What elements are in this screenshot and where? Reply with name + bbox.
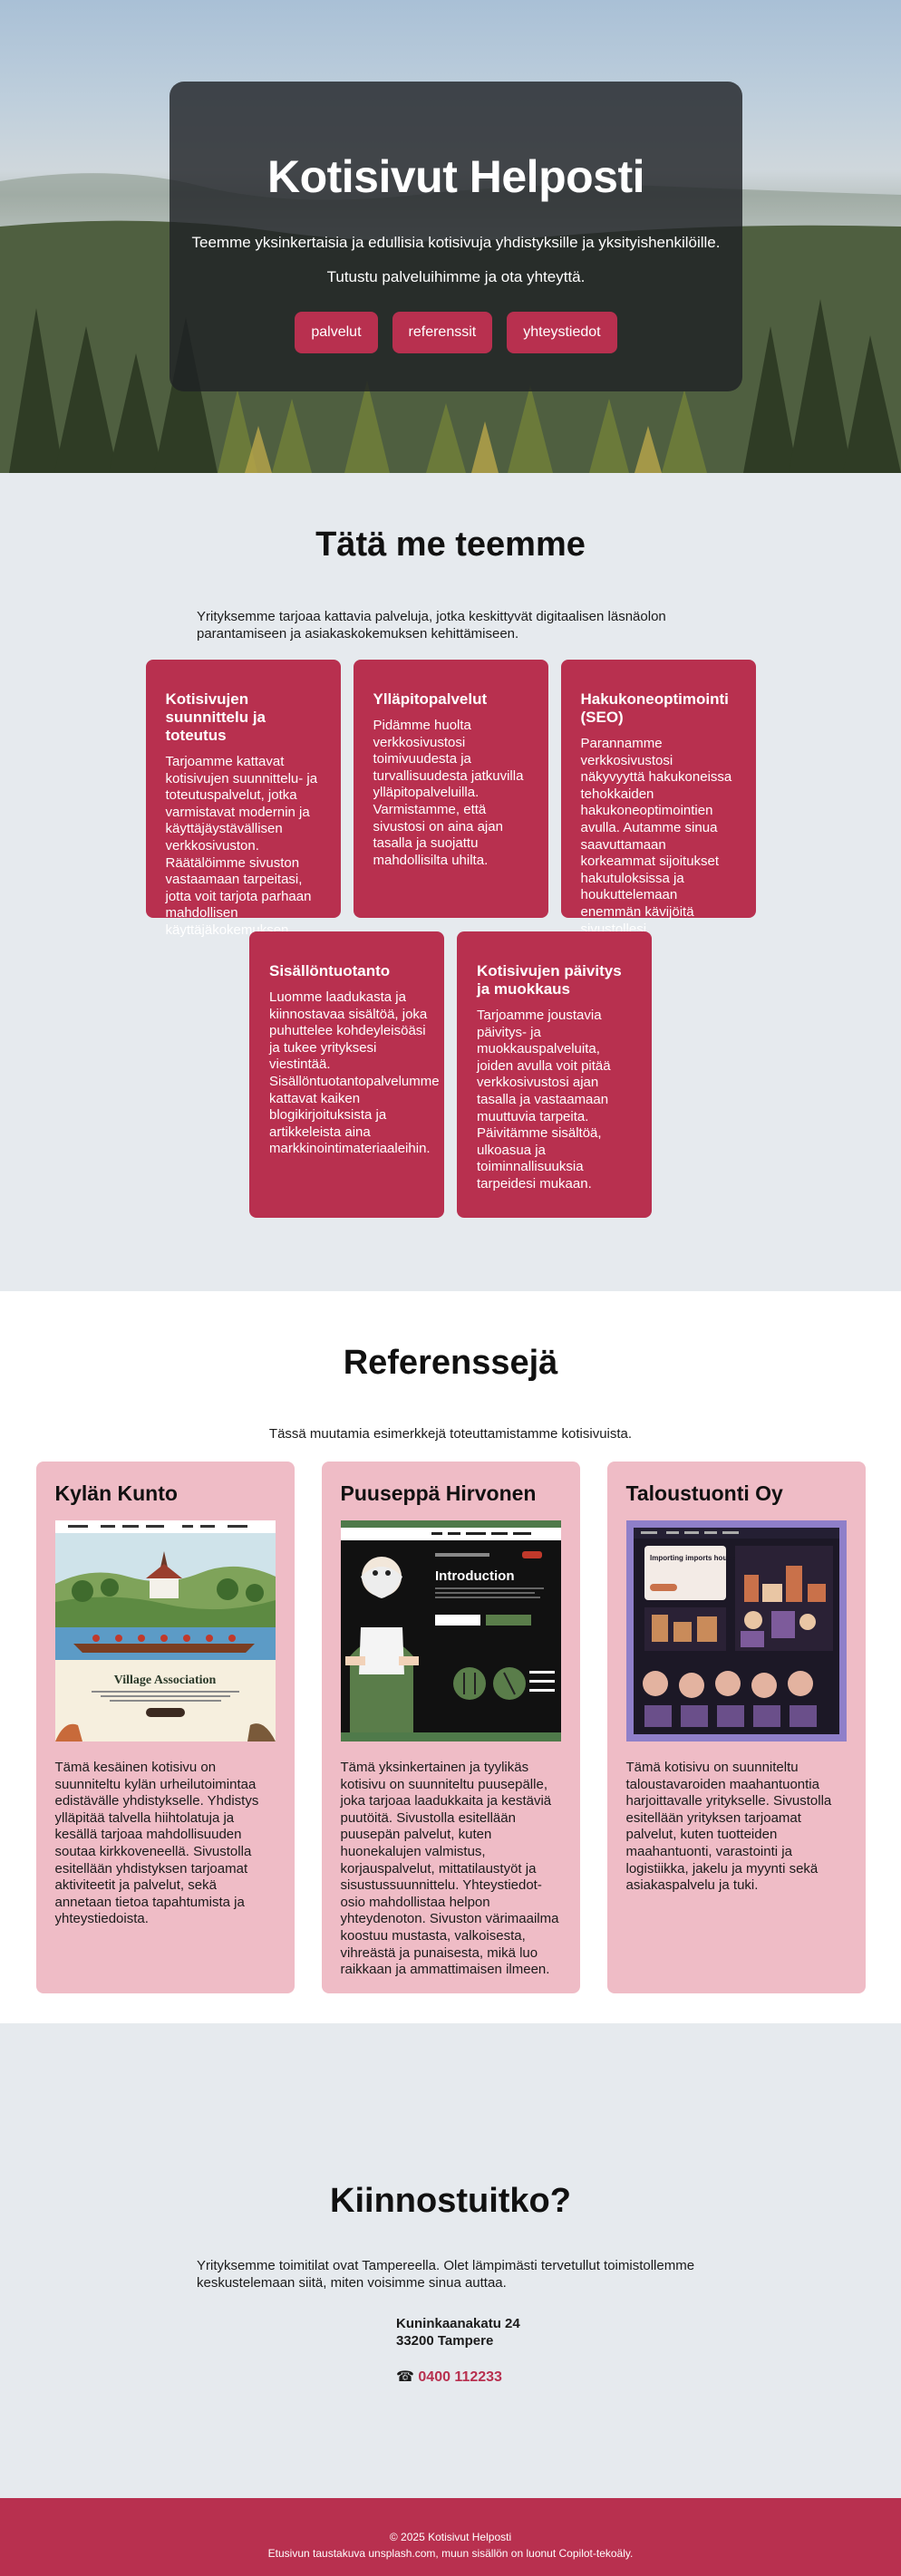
hero-title: Kotisivut Helposti bbox=[266, 151, 645, 202]
references-button[interactable]: referenssit bbox=[392, 312, 493, 353]
hero-subtitle: Teemme yksinkertaisia ja edullisia kotis… bbox=[191, 234, 721, 251]
service-card-text: Tarjoamme joustavia päivitys- ja muokkau… bbox=[477, 1008, 611, 1192]
village-site-illustration: Village Association bbox=[54, 1520, 276, 1741]
reference-card: Taloustuonti Oy Importing imports househ… bbox=[606, 1462, 866, 1993]
references-section: Referenssejä Tässä muutamia esimerkkejä … bbox=[0, 1291, 901, 2023]
carpenter-site-heading: Introduction bbox=[435, 1568, 514, 1584]
service-card-title: Hakukoneoptimointi (SEO) bbox=[580, 690, 729, 726]
phone-icon: ☎ bbox=[396, 2369, 414, 2385]
service-card-title: Ylläpitopalvelut bbox=[373, 690, 488, 708]
reference-card: Puuseppä Hirvonen Introduction Tämä yksi… bbox=[321, 1462, 580, 1993]
service-card-title: Kotisivujen päivitys ja muokkaus bbox=[477, 962, 622, 998]
reference-card-title: Taloustuonti Oy bbox=[625, 1481, 783, 1505]
services-intro: Yrityksemme tarjoaa kattavia palveluja, … bbox=[197, 609, 666, 642]
services-title: Tätä me teemme bbox=[315, 526, 586, 564]
service-card: Kotisivujen päivitys ja muokkaus Tarjoam… bbox=[457, 931, 652, 1218]
service-card: Kotisivujen suunnittelu ja toteutus Tarj… bbox=[145, 660, 341, 938]
phone-link[interactable]: 0400 112233 bbox=[418, 2369, 502, 2385]
references-row: Kylän Kunto Village Association Tämä kes… bbox=[0, 1462, 901, 1993]
contact-intro: Yrityksemme toimitilat ovat Tampereella.… bbox=[197, 2258, 695, 2291]
service-card-text: Pidämme huolta verkkosivustosi toimivuud… bbox=[373, 718, 524, 868]
contact-phone: ☎ 0400 112233 bbox=[396, 2368, 901, 2386]
address-city: 33200 Tampere bbox=[396, 2333, 494, 2349]
service-card-title: Sisällöntuotanto bbox=[269, 962, 391, 979]
import-site-illustration: Importing imports household goods bbox=[625, 1520, 847, 1741]
references-title: Referenssejä bbox=[343, 1344, 558, 1382]
carpenter-site-illustration: Introduction bbox=[340, 1520, 561, 1741]
service-card: Sisällöntuotanto Luomme laadukasta ja ki… bbox=[249, 931, 444, 1218]
service-card: Hakukoneoptimointi (SEO) Parannamme verk… bbox=[560, 660, 756, 937]
service-card-text: Luomme laadukasta ja kiinnostavaa sisält… bbox=[269, 989, 440, 1157]
hero-tagline: Tutustu palveluihimme ja ota yhteyttä. bbox=[326, 268, 586, 285]
services-row: Sisällöntuotanto Luomme laadukasta ja ki… bbox=[0, 931, 901, 1218]
service-card-text: Tarjoamme kattavat kotisivujen suunnitte… bbox=[165, 754, 318, 938]
service-card: Ylläpitopalvelut Pidämme huolta verkkosi… bbox=[353, 660, 548, 918]
village-site-heading: Village Association bbox=[113, 1674, 216, 1687]
reference-card-title: Puuseppä Hirvonen bbox=[340, 1481, 537, 1505]
footer: © 2025 Kotisivut Helposti Etusivun taust… bbox=[0, 2498, 901, 2576]
address-street: Kuninkaanakatu 24 bbox=[396, 2316, 520, 2331]
contact-title: Kiinnostuitko? bbox=[330, 2182, 571, 2220]
reference-card-text: Tämä kotisivu on suunniteltu taloustavar… bbox=[625, 1760, 832, 1894]
reference-screenshot: Introduction bbox=[340, 1520, 561, 1741]
hero-buttons: palvelut referenssit yhteystiedot bbox=[170, 312, 742, 353]
service-card-text: Parannamme verkkosivustosi näkyvyyttä ha… bbox=[580, 736, 732, 937]
hero-section: Kotisivut Helposti Teemme yksinkertaisia… bbox=[0, 0, 901, 473]
reference-screenshot: Importing imports household goods bbox=[625, 1520, 847, 1741]
reference-screenshot: Village Association bbox=[54, 1520, 276, 1741]
contact-button[interactable]: yhteystiedot bbox=[507, 312, 617, 353]
service-card-title: Kotisivujen suunnittelu ja toteutus bbox=[165, 690, 266, 744]
footer-credits: Etusivun taustakuva unsplash.com, muun s… bbox=[267, 2547, 634, 2560]
reference-card: Kylän Kunto Village Association Tämä kes… bbox=[35, 1462, 295, 1993]
references-intro: Tässä muutamia esimerkkejä toteuttamista… bbox=[268, 1426, 633, 1442]
hero-card: Kotisivut Helposti Teemme yksinkertaisia… bbox=[170, 82, 742, 391]
contact-address: Kuninkaanakatu 24 33200 Tampere bbox=[396, 2315, 901, 2349]
services-button[interactable]: palvelut bbox=[295, 312, 378, 353]
contact-section: Kiinnostuitko? Yrityksemme toimitilat ov… bbox=[0, 2023, 901, 2498]
footer-copyright: © 2025 Kotisivut Helposti bbox=[389, 2531, 512, 2543]
reference-card-text: Tämä kesäinen kotisivu on suunniteltu ky… bbox=[54, 1760, 259, 1927]
services-row: Kotisivujen suunnittelu ja toteutus Tarj… bbox=[0, 660, 901, 938]
reference-card-title: Kylän Kunto bbox=[54, 1481, 178, 1505]
reference-card-text: Tämä yksinkertainen ja tyylikäs kotisivu… bbox=[340, 1760, 559, 1978]
services-section: Tätä me teemme Yrityksemme tarjoaa katta… bbox=[0, 473, 901, 1291]
